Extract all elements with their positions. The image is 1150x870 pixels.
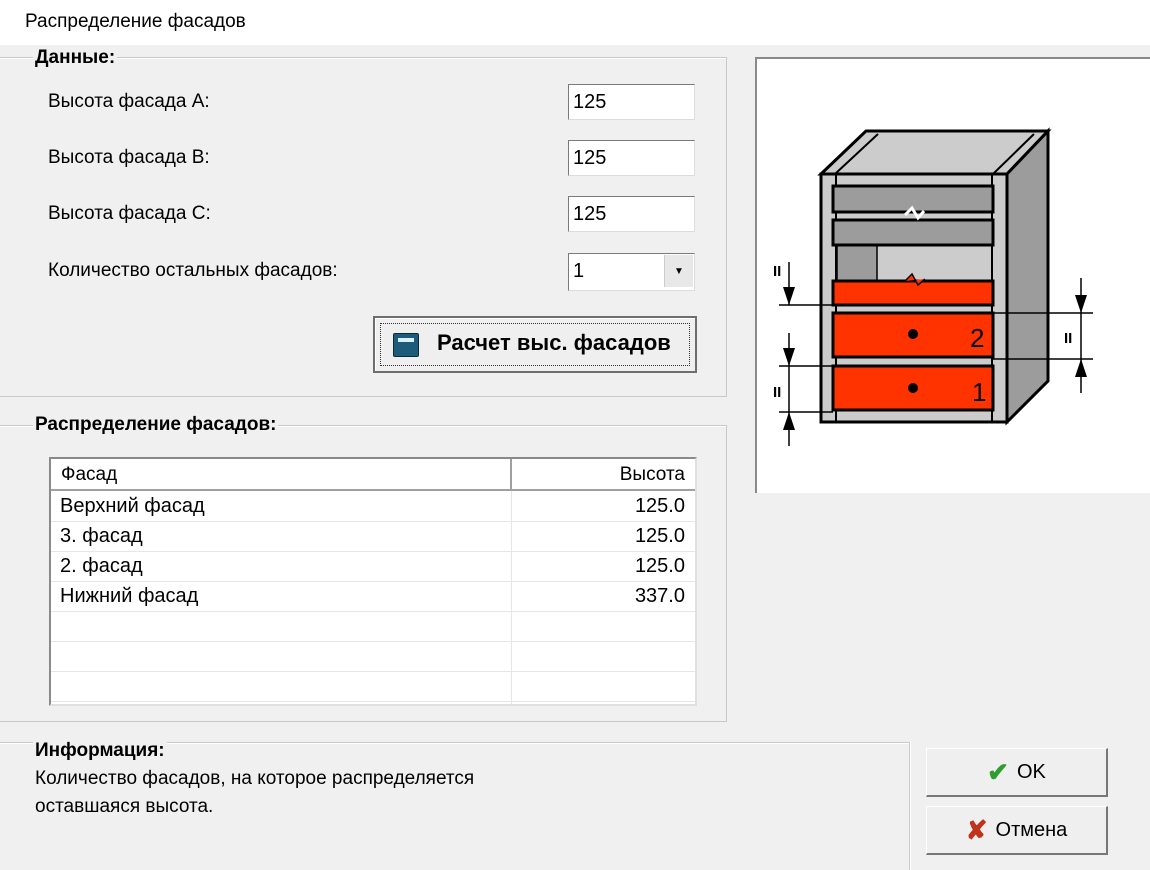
other-count-label: Количество остальных фасадов: bbox=[48, 260, 338, 281]
height-a-label: Высота фасада A: bbox=[48, 91, 210, 112]
drawer-1-number: 1 bbox=[972, 377, 986, 407]
window-title: Распределение фасадов bbox=[25, 11, 246, 32]
empty-row bbox=[51, 611, 695, 642]
info-text-line1: Количество фасадов, на которое распредел… bbox=[35, 768, 475, 789]
distribution-table[interactable]: Фасад Высота Верхний фасад 125.0 3. фасад… bbox=[49, 457, 697, 706]
column-header-height[interactable]: Высота bbox=[512, 459, 695, 491]
cancel-button[interactable]: ✘ Отмена bbox=[926, 806, 1108, 855]
other-count-select[interactable]: 1 ▼ bbox=[568, 253, 695, 291]
facade-name: Нижний фасад bbox=[60, 585, 199, 607]
dimension-label: II bbox=[773, 263, 781, 280]
facade-height: 125.0 bbox=[634, 525, 685, 547]
ok-button[interactable]: ✔ OK bbox=[926, 748, 1108, 797]
facade-height: 125.0 bbox=[634, 555, 685, 577]
height-c-input[interactable]: 125 bbox=[568, 196, 695, 232]
drawer-3 bbox=[831, 279, 995, 307]
handle-icon bbox=[908, 383, 918, 393]
close-icon: ✘ bbox=[965, 814, 988, 845]
dimension-label: II bbox=[1064, 330, 1072, 347]
cancel-label: Отмена bbox=[995, 818, 1068, 841]
calculate-heights-label: Расчет выс. фасадов bbox=[437, 330, 671, 355]
facade-height: 337.0 bbox=[634, 585, 685, 607]
calculate-heights-button[interactable]: Расчет выс. фасадов bbox=[373, 316, 697, 373]
distribution-group-legend: Распределение фасадов: bbox=[33, 414, 279, 436]
cabinet-diagram: 2 1 II II II bbox=[773, 127, 1093, 446]
ok-label: OK bbox=[1016, 760, 1046, 783]
drawer-2-number: 2 bbox=[970, 323, 984, 353]
cabinet-diagram-panel: 2 1 II II II bbox=[755, 57, 1150, 493]
chevron-down-icon[interactable]: ▼ bbox=[664, 255, 693, 287]
height-b-label: Высота фасада B: bbox=[48, 147, 210, 168]
height-b-input[interactable]: 125 bbox=[568, 140, 695, 176]
dimension-label: II bbox=[773, 384, 781, 401]
info-divider-vertical bbox=[909, 742, 911, 870]
calculator-icon bbox=[393, 333, 419, 357]
table-row[interactable]: Нижний фасад 337.0 bbox=[51, 581, 695, 612]
table-row[interactable]: Верхний фасад 125.0 bbox=[51, 491, 695, 522]
other-count-value: 1 bbox=[573, 260, 585, 282]
checkmark-icon: ✔ bbox=[987, 756, 1009, 787]
facade-name: 2. фасад bbox=[60, 555, 143, 577]
data-group-legend: Данные: bbox=[33, 47, 118, 69]
facade-name: 3. фасад bbox=[60, 525, 143, 547]
table-row[interactable]: 3. фасад 125.0 bbox=[51, 521, 695, 552]
column-header-facade[interactable]: Фасад bbox=[51, 459, 512, 491]
table-row[interactable]: 2. фасад 125.0 bbox=[51, 551, 695, 582]
facade-height: 125.0 bbox=[634, 495, 685, 517]
empty-row bbox=[51, 641, 695, 672]
info-title: Информация: bbox=[33, 740, 167, 762]
info-text-line2: оставшаяся высота. bbox=[35, 796, 214, 817]
handle-icon bbox=[908, 329, 918, 339]
height-c-label: Высота фасада C: bbox=[48, 203, 211, 224]
facade-name: Верхний фасад bbox=[60, 495, 205, 517]
height-a-input[interactable]: 125 bbox=[568, 84, 695, 120]
empty-row bbox=[51, 671, 695, 702]
